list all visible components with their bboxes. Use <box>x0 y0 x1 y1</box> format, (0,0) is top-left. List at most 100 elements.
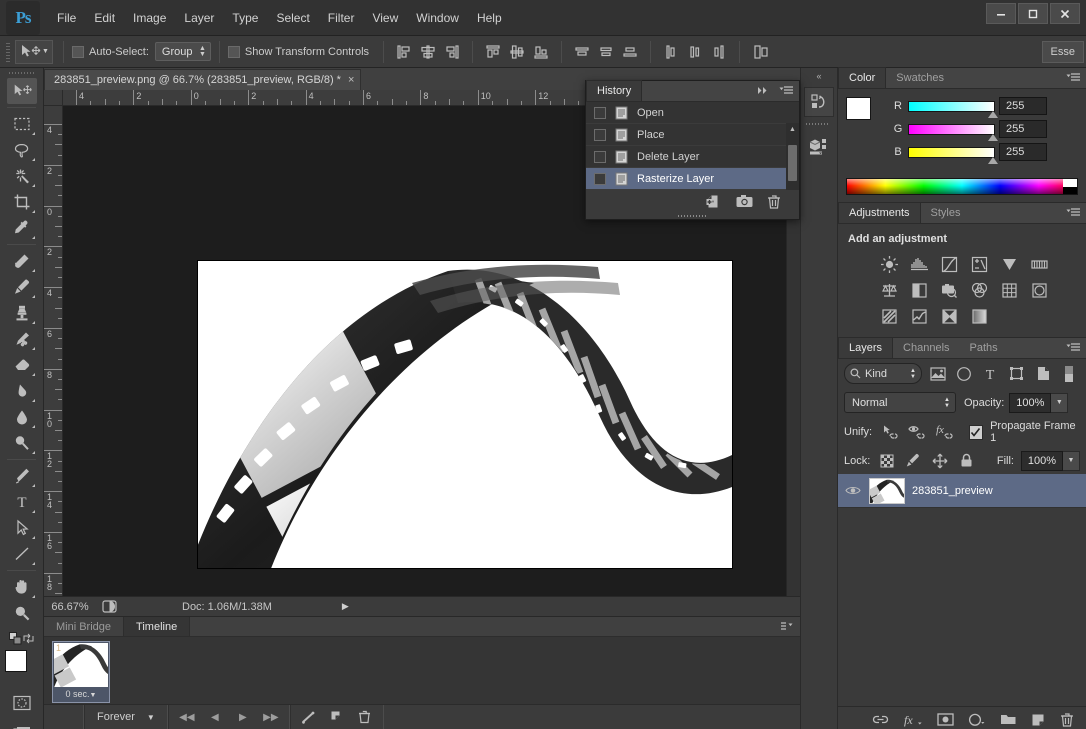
path-selection-tool[interactable] <box>7 515 37 541</box>
panel-menu-icon[interactable] <box>1066 72 1082 83</box>
rectangular-marquee-tool[interactable] <box>7 111 37 137</box>
unify-style-icon[interactable]: fx <box>935 422 956 443</box>
distribute-vertical-centers-icon[interactable] <box>594 41 618 63</box>
history-snapshot-checkbox[interactable] <box>594 129 606 141</box>
panel-menu-icon[interactable] <box>779 85 795 96</box>
exposure-icon[interactable] <box>964 251 994 277</box>
align-right-edges-icon[interactable] <box>440 41 464 63</box>
levels-icon[interactable] <box>904 251 934 277</box>
align-bottom-edges-icon[interactable] <box>529 41 553 63</box>
history-state-item[interactable]: Open <box>586 102 799 124</box>
eyedropper-tool[interactable] <box>7 215 37 241</box>
brush-tool[interactable] <box>7 274 37 300</box>
b-value-field[interactable]: 255 <box>999 143 1047 161</box>
status-expand-button[interactable]: ▶ <box>342 601 349 612</box>
threshold-icon[interactable] <box>904 303 934 329</box>
select-first-frame-button[interactable]: ◀◀ <box>173 707 201 727</box>
canvas-document[interactable] <box>198 261 732 568</box>
b-slider-knob[interactable] <box>988 157 998 164</box>
b-slider[interactable] <box>908 147 995 158</box>
lasso-tool[interactable] <box>7 137 37 163</box>
invert-icon[interactable] <box>1024 277 1054 303</box>
filter-adjustment-layers-icon[interactable] <box>953 363 974 384</box>
horizontal-type-tool[interactable]: T <box>7 489 37 515</box>
duplicate-frame-icon[interactable] <box>323 707 351 727</box>
pen-tool[interactable] <box>7 463 37 489</box>
create-new-snapshot-icon[interactable] <box>736 194 753 208</box>
distribute-bottom-edges-icon[interactable] <box>618 41 642 63</box>
history-panel-resize-grip[interactable] <box>678 214 708 219</box>
vibrance-icon[interactable] <box>994 251 1024 277</box>
tab-swatches[interactable]: Swatches <box>886 67 954 88</box>
menu-window[interactable]: Window <box>407 7 468 29</box>
g-slider-knob[interactable] <box>988 134 998 141</box>
layer-visibility-icon[interactable] <box>844 485 862 496</box>
clone-stamp-tool[interactable] <box>7 300 37 326</box>
delete-frame-icon[interactable] <box>351 707 379 727</box>
menu-edit[interactable]: Edit <box>85 7 124 29</box>
create-document-from-state-icon[interactable] <box>706 194 722 209</box>
fill-slider-toggle[interactable]: ▼ <box>1063 451 1080 471</box>
new-fill-adjustment-icon[interactable] <box>968 713 986 727</box>
screen-mode-icon[interactable] <box>7 720 37 729</box>
scroll-up-icon[interactable]: ▲ <box>786 123 799 135</box>
history-snapshot-checkbox[interactable] <box>594 173 606 185</box>
collapse-panels-button[interactable]: « <box>801 68 837 84</box>
tab-color[interactable]: Color <box>838 67 886 88</box>
zoom-tool[interactable] <box>7 600 37 626</box>
g-slider[interactable] <box>908 124 995 135</box>
tab-channels[interactable]: Channels <box>893 337 959 358</box>
panel-menu-icon[interactable] <box>1066 342 1082 353</box>
posterize-icon[interactable] <box>874 303 904 329</box>
history-brush-tool[interactable] <box>7 326 37 352</box>
history-scrollbar-thumb[interactable] <box>788 145 797 181</box>
blur-tool[interactable] <box>7 404 37 430</box>
distribute-right-edges-icon[interactable] <box>707 41 731 63</box>
distribute-top-edges-icon[interactable] <box>570 41 594 63</box>
filter-toggle-icon[interactable] <box>1059 363 1080 384</box>
brightness-contrast-icon[interactable] <box>874 251 904 277</box>
foreground-background-colors[interactable] <box>5 650 39 684</box>
new-group-icon[interactable] <box>1000 713 1017 726</box>
opacity-value-field[interactable]: 100% <box>1009 393 1051 413</box>
history-scrollbar[interactable]: ▲ ▼ <box>786 123 799 190</box>
layer-style-icon[interactable]: fx <box>903 713 923 727</box>
tab-mini-bridge[interactable]: Mini Bridge <box>44 617 123 636</box>
gradient-tool[interactable] <box>7 378 37 404</box>
white-black-swatches[interactable] <box>1063 179 1077 194</box>
document-tab[interactable]: 283851_preview.png @ 66.7% (283851_previ… <box>44 69 361 90</box>
frame-duration[interactable]: 0 sec.▼ <box>54 687 108 699</box>
line-tool[interactable] <box>7 541 37 567</box>
channel-mixer-icon[interactable] <box>964 277 994 303</box>
layers-list[interactable]: 283851_preview <box>838 474 1086 706</box>
filter-shape-layers-icon[interactable] <box>1006 363 1027 384</box>
lock-all-icon[interactable] <box>956 450 975 471</box>
dock-drag-dots[interactable] <box>801 120 837 128</box>
history-state-item[interactable]: Delete Layer <box>586 146 799 168</box>
new-layer-icon[interactable] <box>1031 713 1046 727</box>
crop-tool[interactable] <box>7 189 37 215</box>
looping-options[interactable]: Forever ▼ <box>84 705 168 729</box>
fill-value-field[interactable]: 100% <box>1021 451 1063 471</box>
distribute-horizontal-centers-icon[interactable] <box>683 41 707 63</box>
next-frame-button[interactable]: ▶▶ <box>257 707 285 727</box>
menu-help[interactable]: Help <box>468 7 511 29</box>
photo-filter-icon[interactable] <box>934 277 964 303</box>
link-layers-icon[interactable] <box>872 713 889 726</box>
spot-healing-brush-tool[interactable] <box>7 248 37 274</box>
delete-state-icon[interactable] <box>767 194 781 209</box>
move-tool[interactable] <box>7 78 37 104</box>
menu-type[interactable]: Type <box>223 7 267 29</box>
eraser-tool[interactable] <box>7 352 37 378</box>
r-slider-knob[interactable] <box>988 111 998 118</box>
menu-select[interactable]: Select <box>267 7 318 29</box>
options-bar-grip[interactable] <box>4 41 12 63</box>
gradient-map-icon[interactable] <box>964 303 994 329</box>
play-animation-button[interactable]: ▶ <box>229 707 257 727</box>
tab-adjustments[interactable]: Adjustments <box>838 202 921 223</box>
tab-paths[interactable]: Paths <box>960 337 1008 358</box>
auto-select-scope-dropdown[interactable]: Group ▲▼ <box>155 42 211 61</box>
color-balance-icon[interactable] <box>874 277 904 303</box>
close-icon[interactable]: × <box>348 74 354 86</box>
g-value-field[interactable]: 255 <box>999 120 1047 138</box>
